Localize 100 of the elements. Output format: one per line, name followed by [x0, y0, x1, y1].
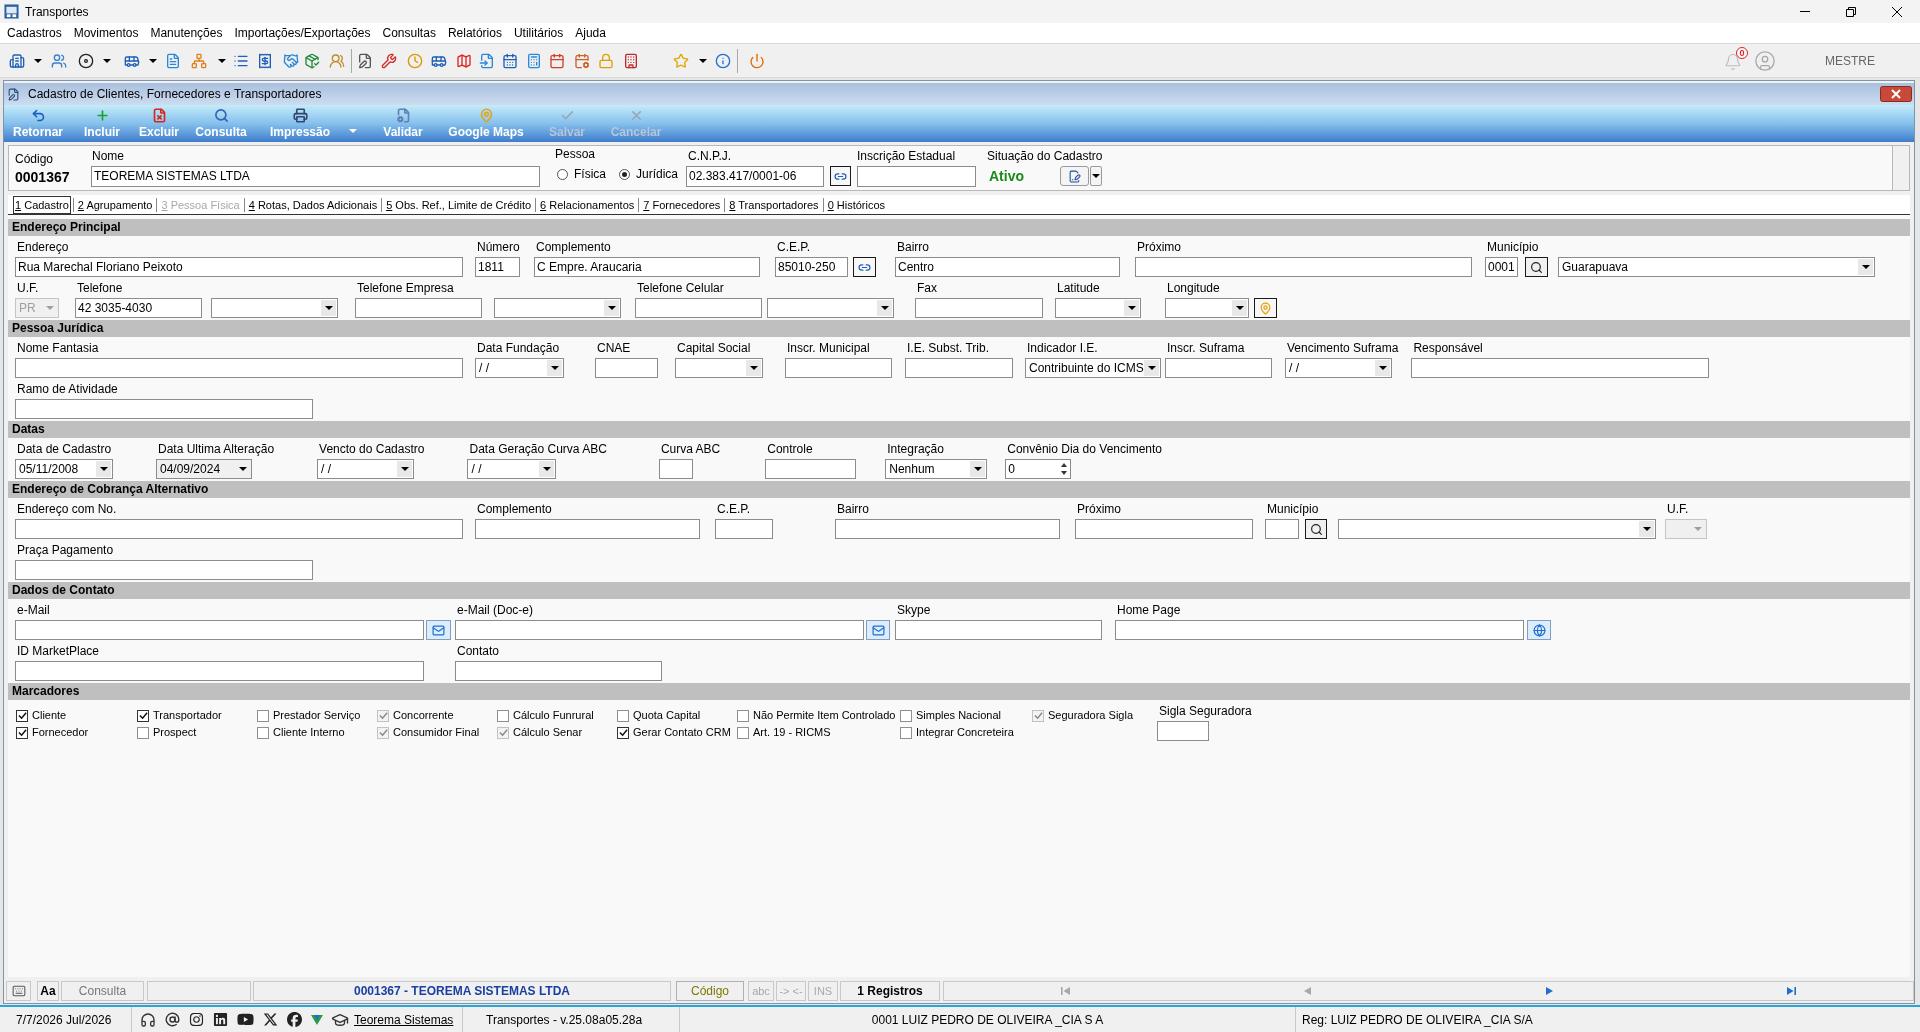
tab[interactable]: 0 Históricos — [825, 195, 888, 214]
search-button[interactable] — [1305, 519, 1327, 539]
input-field[interactable] — [658, 459, 693, 479]
input-field[interactable] — [455, 620, 864, 640]
input-field[interactable] — [895, 620, 1102, 640]
dropdown-button[interactable] — [1090, 166, 1102, 186]
info-icon[interactable] — [715, 52, 731, 69]
caret-icon[interactable] — [149, 58, 157, 63]
input-field[interactable] — [15, 620, 424, 640]
checkbox[interactable] — [737, 726, 749, 739]
tab[interactable]: 7 Fornecedores — [641, 195, 723, 214]
dropdown[interactable]: Nenhum — [885, 459, 988, 479]
tab[interactable]: 6 Relacionamentos — [538, 195, 637, 214]
menu-item[interactable]: Movimentos — [67, 23, 145, 43]
skip-to-last-icon[interactable] — [1786, 986, 1797, 996]
dropdown[interactable] — [1165, 298, 1249, 318]
input-field[interactable] — [905, 358, 1013, 378]
input-field[interactable] — [455, 661, 662, 681]
input-field[interactable] — [1165, 358, 1272, 378]
wrench-icon[interactable] — [381, 52, 397, 69]
input-field[interactable] — [15, 358, 463, 378]
triangle-logo-icon[interactable] — [311, 1013, 323, 1026]
handshake-icon[interactable] — [283, 52, 299, 69]
caret-icon[interactable] — [699, 58, 707, 63]
input-field[interactable] — [915, 298, 1043, 318]
website-link[interactable]: Teorema Sistemas — [354, 1010, 454, 1029]
close-icon[interactable] — [1880, 86, 1912, 102]
input-field[interactable] — [1075, 519, 1253, 539]
dropdown[interactable]: Contribuinte do ICMS — [1025, 358, 1161, 378]
linkedin-icon[interactable] — [213, 1012, 228, 1027]
input-field[interactable]: 1811 — [475, 257, 520, 277]
input-field[interactable] — [15, 661, 424, 681]
checkbox[interactable] — [497, 709, 509, 722]
menu-item[interactable]: Manutenções — [144, 23, 229, 43]
input-field[interactable] — [1115, 620, 1524, 640]
users-icon[interactable] — [51, 52, 67, 69]
next-icon[interactable] — [1544, 986, 1555, 996]
sort-button[interactable]: Código — [676, 981, 744, 1001]
spin-field[interactable]: 0 — [1005, 459, 1072, 479]
input-field[interactable] — [1411, 358, 1710, 378]
facebook-icon[interactable] — [287, 1012, 302, 1027]
email-button[interactable] — [426, 620, 451, 640]
dropdown[interactable]: / / — [475, 358, 564, 378]
menu-item[interactable]: Importações/Exportações — [228, 23, 377, 43]
dropdown[interactable] — [767, 298, 894, 318]
at-sign-icon[interactable] — [165, 1012, 180, 1027]
calendar-icon[interactable] — [502, 52, 518, 69]
input-field[interactable] — [475, 519, 700, 539]
lock-icon[interactable] — [598, 52, 614, 69]
package-icon[interactable] — [304, 52, 320, 69]
dropdown[interactable] — [1338, 519, 1656, 539]
headset-icon[interactable] — [140, 1011, 156, 1028]
x-logo-icon[interactable] — [263, 1012, 278, 1027]
checkbox[interactable] — [16, 709, 28, 722]
dropdown[interactable]: Guarapuava — [1558, 257, 1875, 277]
dropdown[interactable]: / / — [1285, 358, 1392, 378]
input-field[interactable]: 85010-250 — [775, 257, 848, 277]
input-field[interactable] — [835, 519, 1060, 539]
checkbox[interactable] — [137, 709, 149, 722]
menu-item[interactable]: Utilitários — [507, 23, 570, 43]
lookup-button[interactable] — [830, 166, 851, 186]
open-page-button[interactable] — [1527, 620, 1551, 640]
group-icon[interactable] — [329, 52, 345, 69]
menu-item[interactable]: Ajuda — [569, 23, 612, 43]
checkbox[interactable] — [257, 726, 269, 739]
checkbox[interactable] — [737, 709, 749, 722]
file-import-icon[interactable] — [479, 52, 495, 69]
tab[interactable]: 4 Rotas, Dados Adicionais — [246, 195, 380, 214]
status-button[interactable] — [1060, 166, 1089, 186]
receipt-icon[interactable] — [257, 52, 273, 69]
input-field[interactable]: C Empre. Araucaria — [534, 257, 760, 277]
dropdown[interactable] — [211, 298, 338, 318]
bell-icon[interactable] — [1724, 52, 1742, 71]
restore-icon[interactable] — [1846, 6, 1856, 17]
input-field[interactable]: 0001 — [1485, 257, 1518, 277]
radio-button[interactable] — [557, 168, 568, 180]
input-field[interactable] — [15, 519, 463, 539]
dropdown[interactable] — [675, 358, 763, 378]
menu-item[interactable]: Consultas — [376, 23, 442, 43]
youtube-icon[interactable] — [237, 1011, 254, 1028]
power-icon[interactable] — [749, 52, 765, 69]
input-field[interactable] — [1265, 519, 1299, 539]
menu-item[interactable]: Relatórios — [441, 23, 508, 43]
caret-icon[interactable] — [103, 58, 111, 63]
keyboard-button[interactable] — [6, 981, 31, 1001]
tab[interactable]: 2 Agrupamento — [75, 195, 155, 214]
dropdown[interactable]: / / — [317, 459, 415, 479]
input-field[interactable]: 42 3035-4030 — [75, 298, 202, 318]
search-button[interactable] — [1525, 257, 1548, 277]
building-icon[interactable] — [623, 52, 639, 69]
building-icon[interactable] — [9, 52, 25, 69]
input-field[interactable] — [715, 519, 773, 539]
hierarchy-icon[interactable] — [191, 52, 207, 69]
calendar-gear-icon[interactable] — [574, 52, 590, 69]
disc-icon[interactable] — [78, 52, 94, 69]
input-field[interactable] — [1135, 257, 1472, 277]
input-field[interactable] — [15, 399, 313, 419]
instagram-icon[interactable] — [189, 1012, 204, 1027]
input-field[interactable] — [765, 459, 857, 479]
user-icon[interactable] — [1754, 49, 1776, 72]
